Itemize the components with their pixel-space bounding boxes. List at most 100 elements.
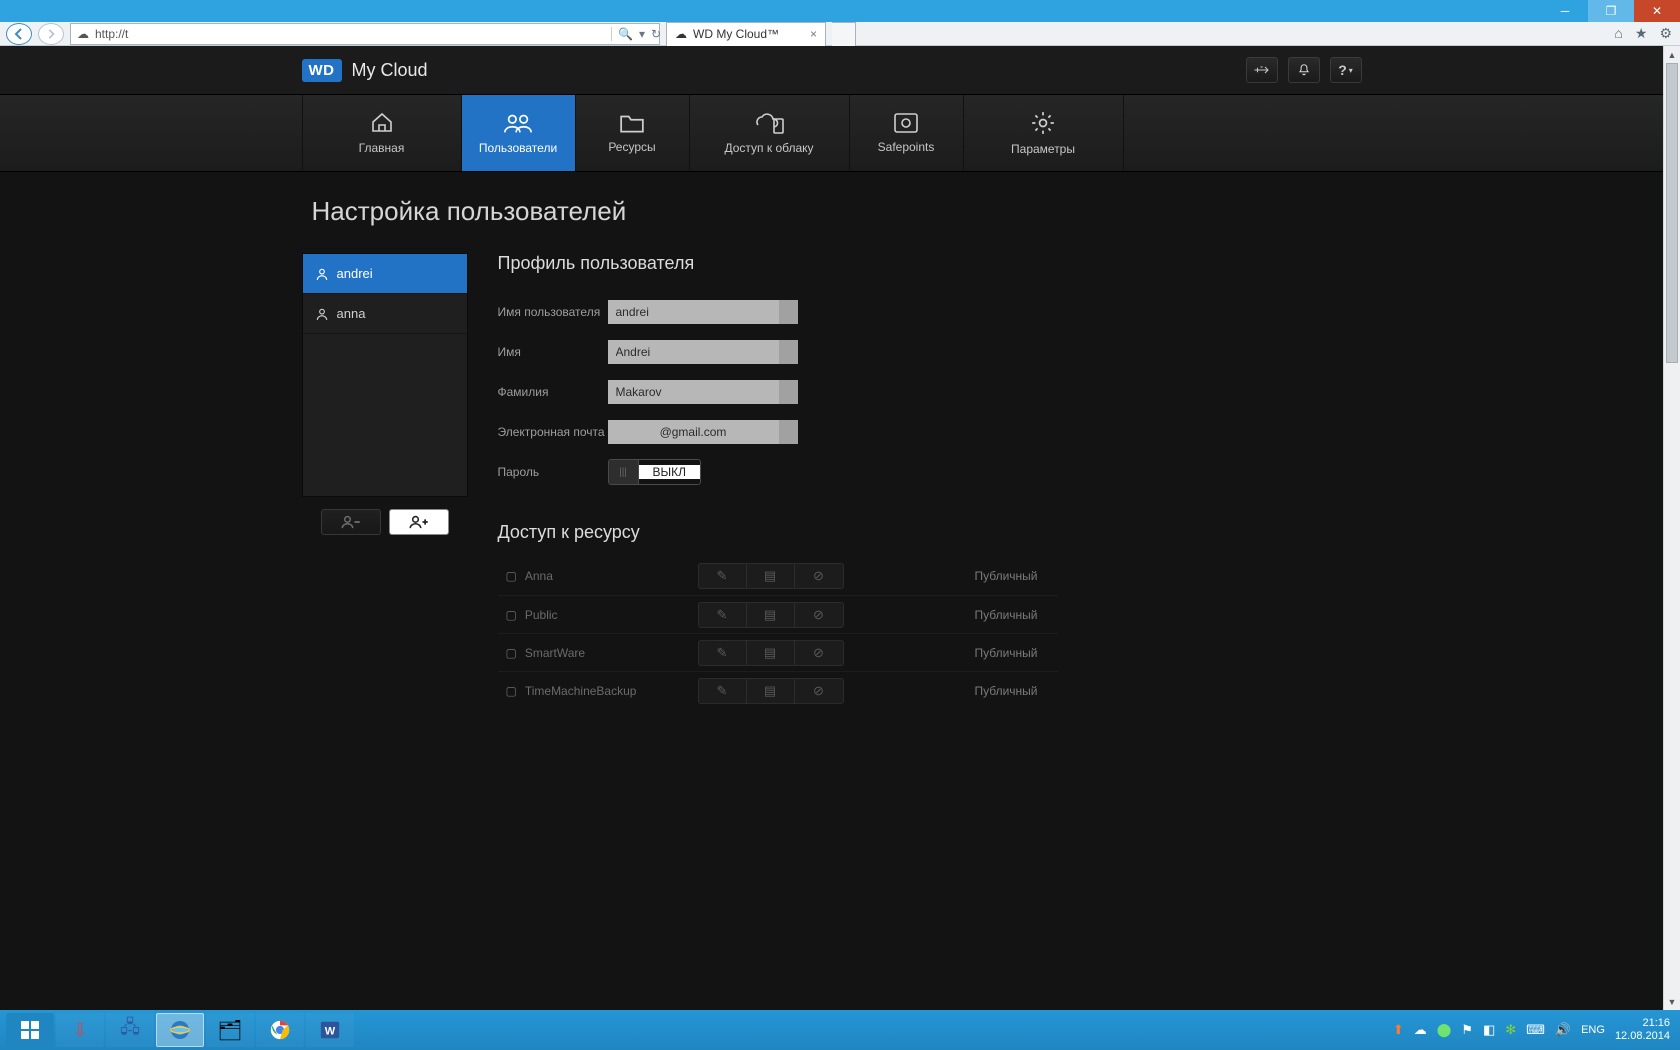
user-icon xyxy=(315,267,329,281)
perm-none-icon[interactable]: ⊘ xyxy=(795,641,843,665)
share-status: Публичный xyxy=(938,646,1058,660)
gear-icon xyxy=(1030,110,1056,136)
permission-toggle[interactable]: ✎ ▤ ⊘ xyxy=(698,678,844,704)
svg-text:W: W xyxy=(325,1026,336,1038)
scroll-up-icon[interactable]: ▲ xyxy=(1664,46,1680,63)
firstname-field[interactable] xyxy=(608,340,779,364)
tray-icon[interactable]: ⌨ xyxy=(1526,1022,1545,1038)
email-field[interactable] xyxy=(608,420,779,444)
page-title: Настройка пользователей xyxy=(312,196,1362,227)
perm-rw-icon[interactable]: ✎ xyxy=(699,641,747,665)
nav-home[interactable]: Главная xyxy=(302,95,462,171)
taskbar-word[interactable]: W xyxy=(306,1013,354,1047)
favorites-icon[interactable]: ★ xyxy=(1635,25,1648,42)
field-edit-button[interactable] xyxy=(779,420,798,444)
perm-none-icon[interactable]: ⊘ xyxy=(795,564,843,588)
perm-ro-icon[interactable]: ▤ xyxy=(747,564,795,588)
scroll-down-icon[interactable]: ▼ xyxy=(1664,993,1680,1010)
browser-tab[interactable]: ☁ WD My Cloud™ × xyxy=(666,22,826,46)
nav-label: Доступ к облаку xyxy=(724,141,813,155)
field-edit-button[interactable] xyxy=(779,340,798,364)
nav-cloud-access[interactable]: Доступ к облаку xyxy=(690,95,850,171)
permission-toggle[interactable]: ✎ ▤ ⊘ xyxy=(698,602,844,628)
share-name: Public xyxy=(525,608,558,622)
remove-user-button[interactable] xyxy=(321,509,381,535)
alerts-button[interactable] xyxy=(1288,57,1320,83)
nav-label: Ресурсы xyxy=(608,140,655,154)
tray-clock[interactable]: 21:16 12.08.2014 xyxy=(1615,1017,1670,1043)
help-button[interactable]: ?▾ xyxy=(1330,57,1362,83)
tab-close-icon[interactable]: × xyxy=(810,27,817,41)
tray-icon[interactable]: ⬤ xyxy=(1437,1022,1452,1038)
tray-icon[interactable]: 🔊 xyxy=(1555,1022,1571,1038)
nav-label: Главная xyxy=(359,141,405,155)
access-table: ▢Anna ✎ ▤ ⊘ Публичный ▢Public ✎ xyxy=(498,557,1058,709)
toggle-label: ВЫКЛ xyxy=(639,465,701,479)
browser-chrome: ☁ http://t 🔍▾↻ ☁ WD My Cloud™ × ⌂ ★ ⚙ xyxy=(0,22,1680,46)
user-name: andrei xyxy=(337,266,373,281)
nav-users[interactable]: Пользователи xyxy=(462,95,576,171)
perm-rw-icon[interactable]: ✎ xyxy=(699,679,747,703)
permission-toggle[interactable]: ✎ ▤ ⊘ xyxy=(698,640,844,666)
nav-shares[interactable]: Ресурсы xyxy=(576,95,690,171)
field-edit-button[interactable] xyxy=(779,300,798,324)
tray-icon[interactable]: ✻ xyxy=(1505,1022,1516,1038)
folder-icon: ▢ xyxy=(506,608,517,622)
taskbar-app[interactable]: 🖧 xyxy=(106,1013,154,1047)
taskbar-ie[interactable] xyxy=(156,1013,204,1047)
perm-none-icon[interactable]: ⊘ xyxy=(795,679,843,703)
tray-icon[interactable]: ☁ xyxy=(1414,1022,1427,1038)
taskbar-app[interactable]: ⇩ xyxy=(56,1013,104,1047)
nav-safepoints[interactable]: Safepoints xyxy=(850,95,964,171)
taskbar-explorer[interactable]: 🗂 xyxy=(206,1013,254,1047)
tray-icon[interactable]: ◧ xyxy=(1483,1022,1495,1038)
vertical-scrollbar[interactable]: ▲ ▼ xyxy=(1663,46,1680,1010)
perm-ro-icon[interactable]: ▤ xyxy=(747,603,795,627)
nav-settings[interactable]: Параметры xyxy=(964,95,1124,171)
address-search-controls[interactable]: 🔍▾↻ xyxy=(611,27,653,41)
home-icon xyxy=(368,111,396,135)
home-icon[interactable]: ⌂ xyxy=(1614,25,1622,42)
browser-forward-button[interactable] xyxy=(38,23,64,45)
user-row[interactable]: anna xyxy=(303,294,467,334)
wd-logo: WD xyxy=(302,59,342,82)
username-field[interactable] xyxy=(608,300,779,324)
taskbar-chrome[interactable] xyxy=(256,1013,304,1047)
tools-icon[interactable]: ⚙ xyxy=(1659,25,1672,42)
folder-icon xyxy=(619,112,645,134)
window-minimize-button[interactable]: ─ xyxy=(1542,0,1588,22)
perm-ro-icon[interactable]: ▤ xyxy=(747,641,795,665)
tray-language[interactable]: ENG xyxy=(1581,1024,1605,1036)
password-toggle[interactable]: ||| ВЫКЛ xyxy=(608,459,702,485)
field-edit-button[interactable] xyxy=(779,380,798,404)
tray-icon[interactable]: ⬆ xyxy=(1393,1022,1404,1038)
scroll-thumb[interactable] xyxy=(1666,63,1678,363)
usb-button[interactable] xyxy=(1246,57,1278,83)
toggle-handle-icon: ||| xyxy=(609,460,639,484)
page-viewport: WD My Cloud ?▾ xyxy=(0,46,1663,1010)
browser-back-button[interactable] xyxy=(6,23,32,45)
perm-rw-icon[interactable]: ✎ xyxy=(699,603,747,627)
browser-address-bar[interactable]: ☁ http://t 🔍▾↻ xyxy=(70,23,660,45)
add-user-button[interactable] xyxy=(389,509,449,535)
browser-new-tab-button[interactable] xyxy=(832,22,856,46)
user-icon xyxy=(315,307,329,321)
window-close-button[interactable]: ✕ xyxy=(1634,0,1680,22)
perm-none-icon[interactable]: ⊘ xyxy=(795,603,843,627)
permission-toggle[interactable]: ✎ ▤ ⊘ xyxy=(698,563,844,589)
share-status: Публичный xyxy=(938,569,1058,583)
perm-ro-icon[interactable]: ▤ xyxy=(747,679,795,703)
tray-icon[interactable]: ⚑ xyxy=(1461,1022,1473,1038)
app-header: WD My Cloud ?▾ xyxy=(0,46,1663,94)
lastname-field[interactable] xyxy=(608,380,779,404)
main-nav: Главная Пользователи Ресурсы xyxy=(0,94,1663,172)
share-name: Anna xyxy=(525,569,553,583)
perm-rw-icon[interactable]: ✎ xyxy=(699,564,747,588)
profile-panel: Профиль пользователя Имя пользователя Им… xyxy=(498,253,1362,709)
user-row[interactable]: andrei xyxy=(303,254,467,294)
start-button[interactable] xyxy=(6,1013,54,1047)
system-tray: ⬆ ☁ ⬤ ⚑ ◧ ✻ ⌨ 🔊 ENG 21:16 12.08.2014 xyxy=(1393,1017,1674,1043)
access-row: ▢Public ✎ ▤ ⊘ Публичный xyxy=(498,595,1058,633)
window-maximize-button[interactable]: ❐ xyxy=(1588,0,1634,22)
profile-heading: Профиль пользователя xyxy=(498,253,1362,274)
